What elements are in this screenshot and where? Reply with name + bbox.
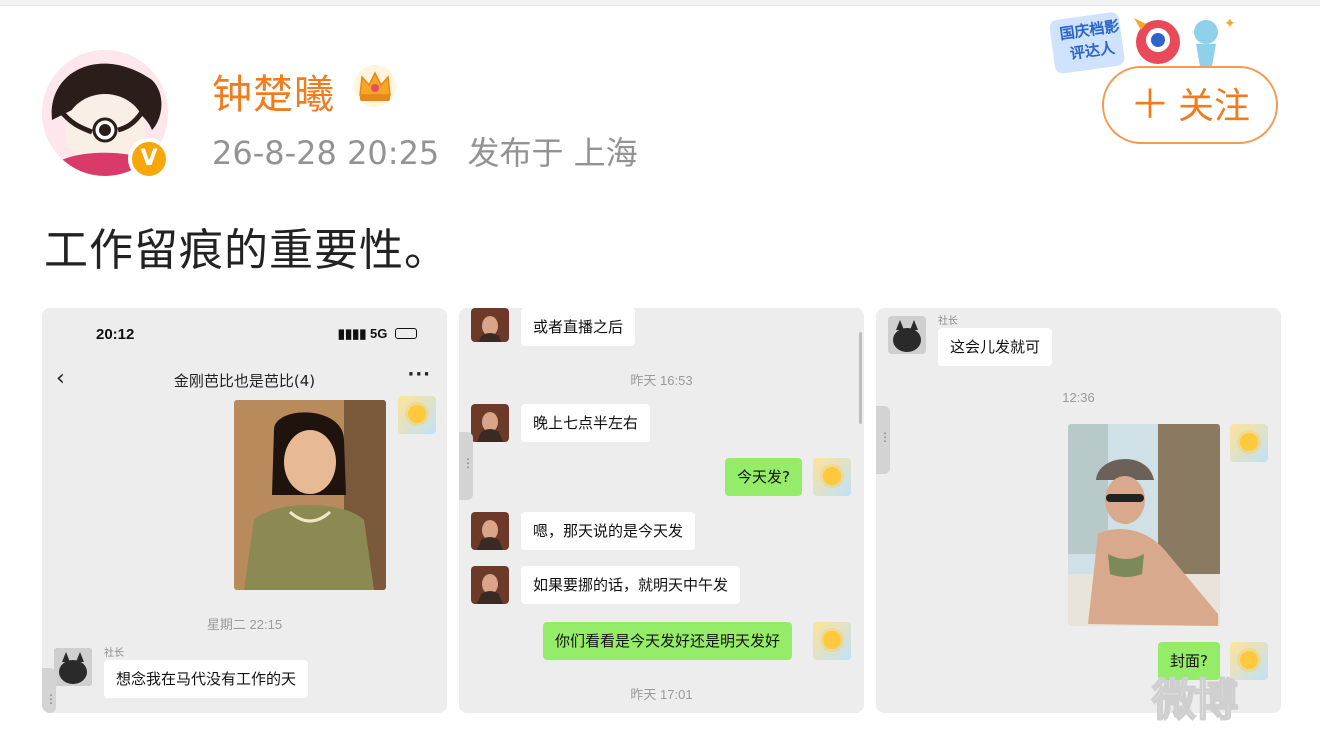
chat-timestamp: 昨天 17:01 [630,687,693,702]
follow-button[interactable]: ＋关注 [1102,66,1278,144]
chat-bubble: 或者直播之后 [521,308,636,346]
sender-name: 社长 [938,316,958,327]
woman-avatar [471,512,509,550]
svg-text:✦: ✦ [1224,16,1236,32]
woman-avatar [471,308,509,342]
sticker-avatar-icon [398,396,436,434]
chat-title: 金刚芭比也是芭比(4) [173,372,316,390]
network-label: 5G [370,326,388,341]
post-image-3[interactable]: 社长 这会儿发就可 12:36 封面? [876,308,1281,713]
watermark: 微博 [1151,675,1239,726]
post-datetime: 26-8-28 20:25 [212,134,440,172]
sticker-avatar-icon [813,622,851,660]
battery-icon [395,328,417,339]
status-time: 20:12 [96,326,135,343]
woman-avatar [471,404,509,442]
sticker-avatar-icon [813,458,851,496]
follow-label: 关注 [1177,86,1250,127]
chat-bubble: 想念我在马代没有工作的天 [104,660,309,698]
cat-avatar [888,316,926,354]
drag-handle[interactable] [459,432,474,500]
chat-bubble: 嗯，那天说的是今天发 [521,512,696,550]
cat-avatar [54,648,92,686]
beach-photo[interactable] [1068,424,1220,626]
drag-handle[interactable] [42,668,57,713]
chat-bubble: 晚上七点半左右 [521,404,651,442]
chat-bubble: 这会儿发就可 [938,328,1053,366]
post-location: 发布于 上海 [467,134,638,172]
plus-icon: ＋ [1129,82,1170,128]
post-text: 工作留痕的重要性。 [44,225,449,276]
woman-avatar [471,566,509,604]
post-image-1[interactable]: 20:12 ▮▮▮▮ 5G ‹ 金刚芭比也是芭比(4) ··· 星期二 22:1… [42,308,447,713]
status-icons: ▮▮▮▮ 5G [338,326,417,342]
chat-bubble-sent: 你们看看是今天发好还是明天发好 [543,622,793,660]
sticker-avatar-icon [1230,424,1268,462]
chat-timestamp: 星期二 22:15 [206,617,283,632]
signal-icon: ▮▮▮▮ [337,326,371,341]
username[interactable]: 钟楚曦 [212,62,335,120]
sender-name: 社长 [104,648,124,659]
chat-bubble-sent: 今天发? [725,458,802,496]
chat-bubble: 如果要挪的话，就明天中午发 [521,566,741,604]
top-divider [0,0,1320,6]
post-meta: 26-8-28 20:25 发布于 上海 [212,128,656,174]
more-icon[interactable]: ··· [407,364,431,385]
chat-timestamp: 昨天 16:53 [630,373,693,388]
chat-timestamp: 12:36 [1062,390,1095,405]
drag-handle[interactable] [876,406,891,474]
verified-badge-icon: V [128,138,170,180]
post-image-2[interactable]: 或者直播之后 昨天 16:53 晚上七点半左右 今天发? 嗯，那天说的是今天发 … [459,308,864,713]
selfie-photo[interactable] [234,400,386,590]
crown-icon [354,65,396,107]
